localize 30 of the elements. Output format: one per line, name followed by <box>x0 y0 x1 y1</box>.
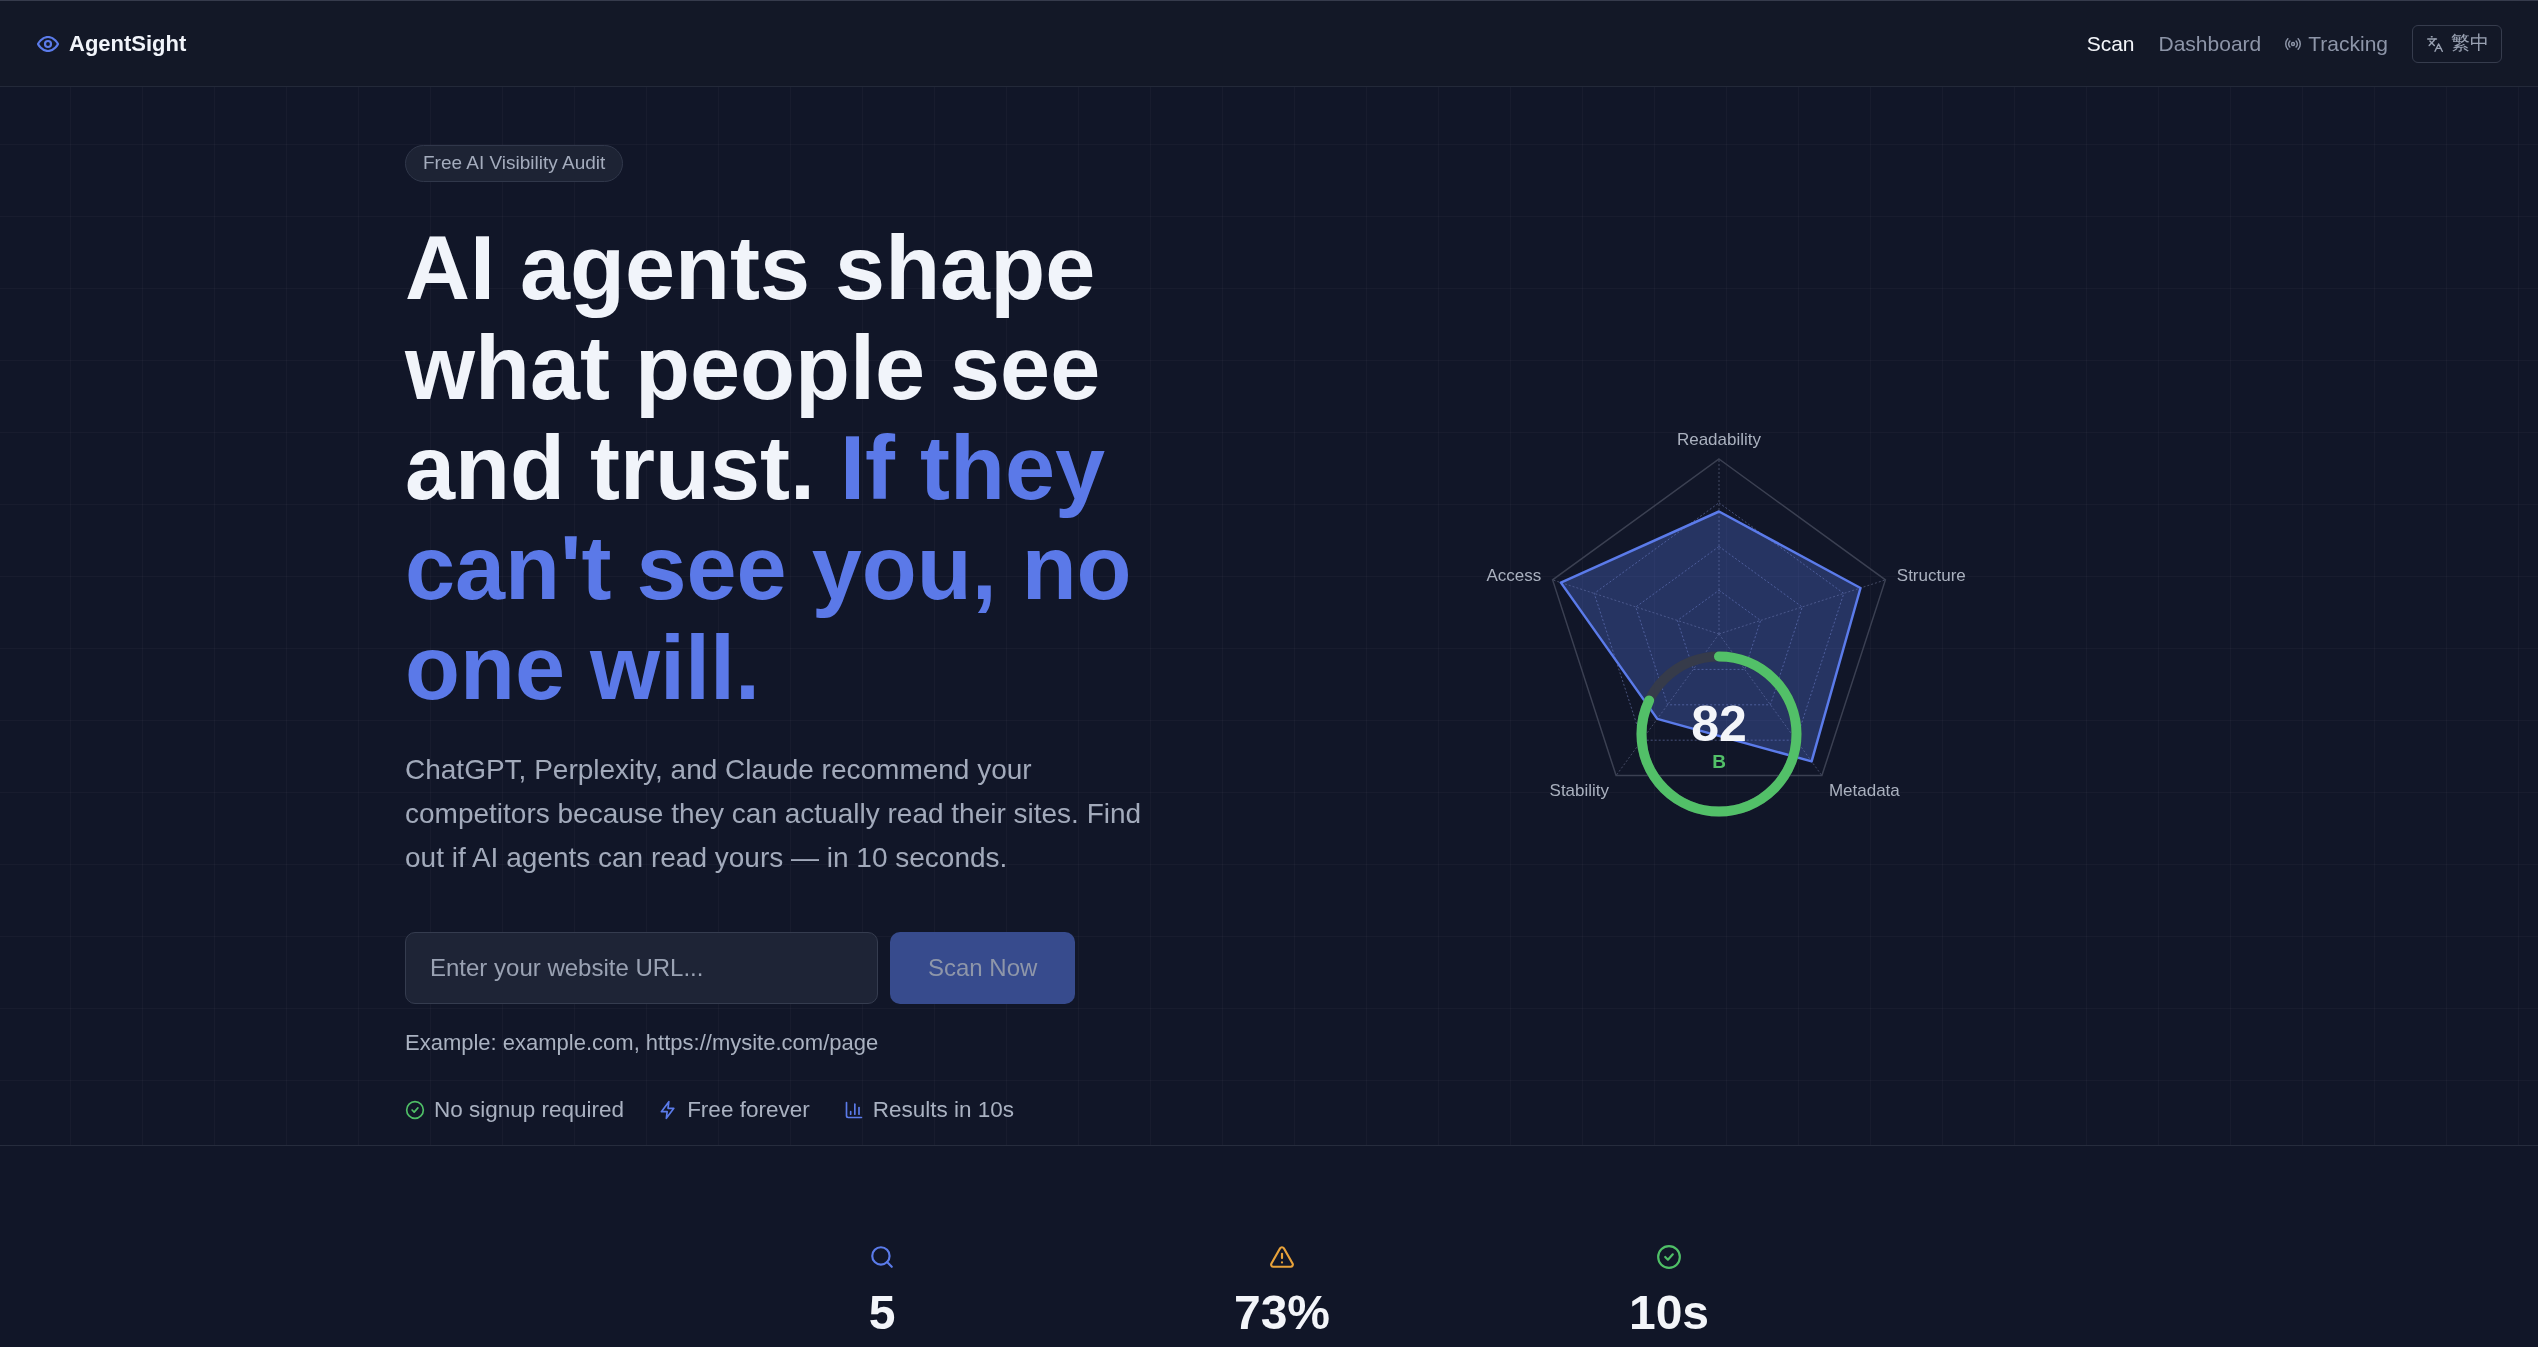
url-input[interactable]: Enter your website URL... <box>405 932 878 1004</box>
hero-heading: AI agents shape what people see and trust. If they can't see you, no one will. <box>405 218 1133 718</box>
stat-value: 73% <box>1233 1285 1331 1341</box>
check-circle-icon <box>405 1100 425 1120</box>
axis-label: Readability <box>1676 430 1762 450</box>
axis-label: Stability <box>1549 780 1610 800</box>
nav-link[interactable]: Dashboard <box>2158 30 2262 57</box>
language-button[interactable]: 繁中 <box>2412 24 2502 63</box>
stat-value: 5 <box>868 1285 896 1341</box>
axis-label: Access <box>1486 565 1542 585</box>
eye-icon <box>37 35 59 52</box>
example-text: Example: example.com, https://mysite.com/page <box>405 1029 880 1057</box>
warning-icon <box>1269 1244 1295 1270</box>
feature-text: Results in 10s <box>872 1096 1014 1124</box>
feature-text: No signup required <box>434 1096 625 1124</box>
axis-label: Metadata <box>1828 780 1900 800</box>
brand-link[interactable]: AgentSight <box>37 27 187 60</box>
feature-text: Free forever <box>687 1096 810 1124</box>
search-icon <box>869 1244 895 1270</box>
score-grade: B <box>1712 751 1726 772</box>
signal-icon <box>2285 37 2302 50</box>
stat-value: 10s <box>1628 1285 1710 1341</box>
translate-icon <box>2427 35 2443 52</box>
hero-badge: Free AI Visibility Audit <box>405 145 624 182</box>
nav-link[interactable]: Tracking <box>2285 30 2388 57</box>
axis-label: Structure <box>1896 565 1966 585</box>
nav-link[interactable]: Scan <box>2086 30 2135 57</box>
check-circle-icon <box>1656 1244 1682 1270</box>
bar-chart-icon <box>843 1100 864 1120</box>
hero-description: ChatGPT, Perplexity, and Claude recommend your competitors because they can actually read their sites. Find out if AI agents can read yours — in 10 seconds. <box>405 753 1143 875</box>
